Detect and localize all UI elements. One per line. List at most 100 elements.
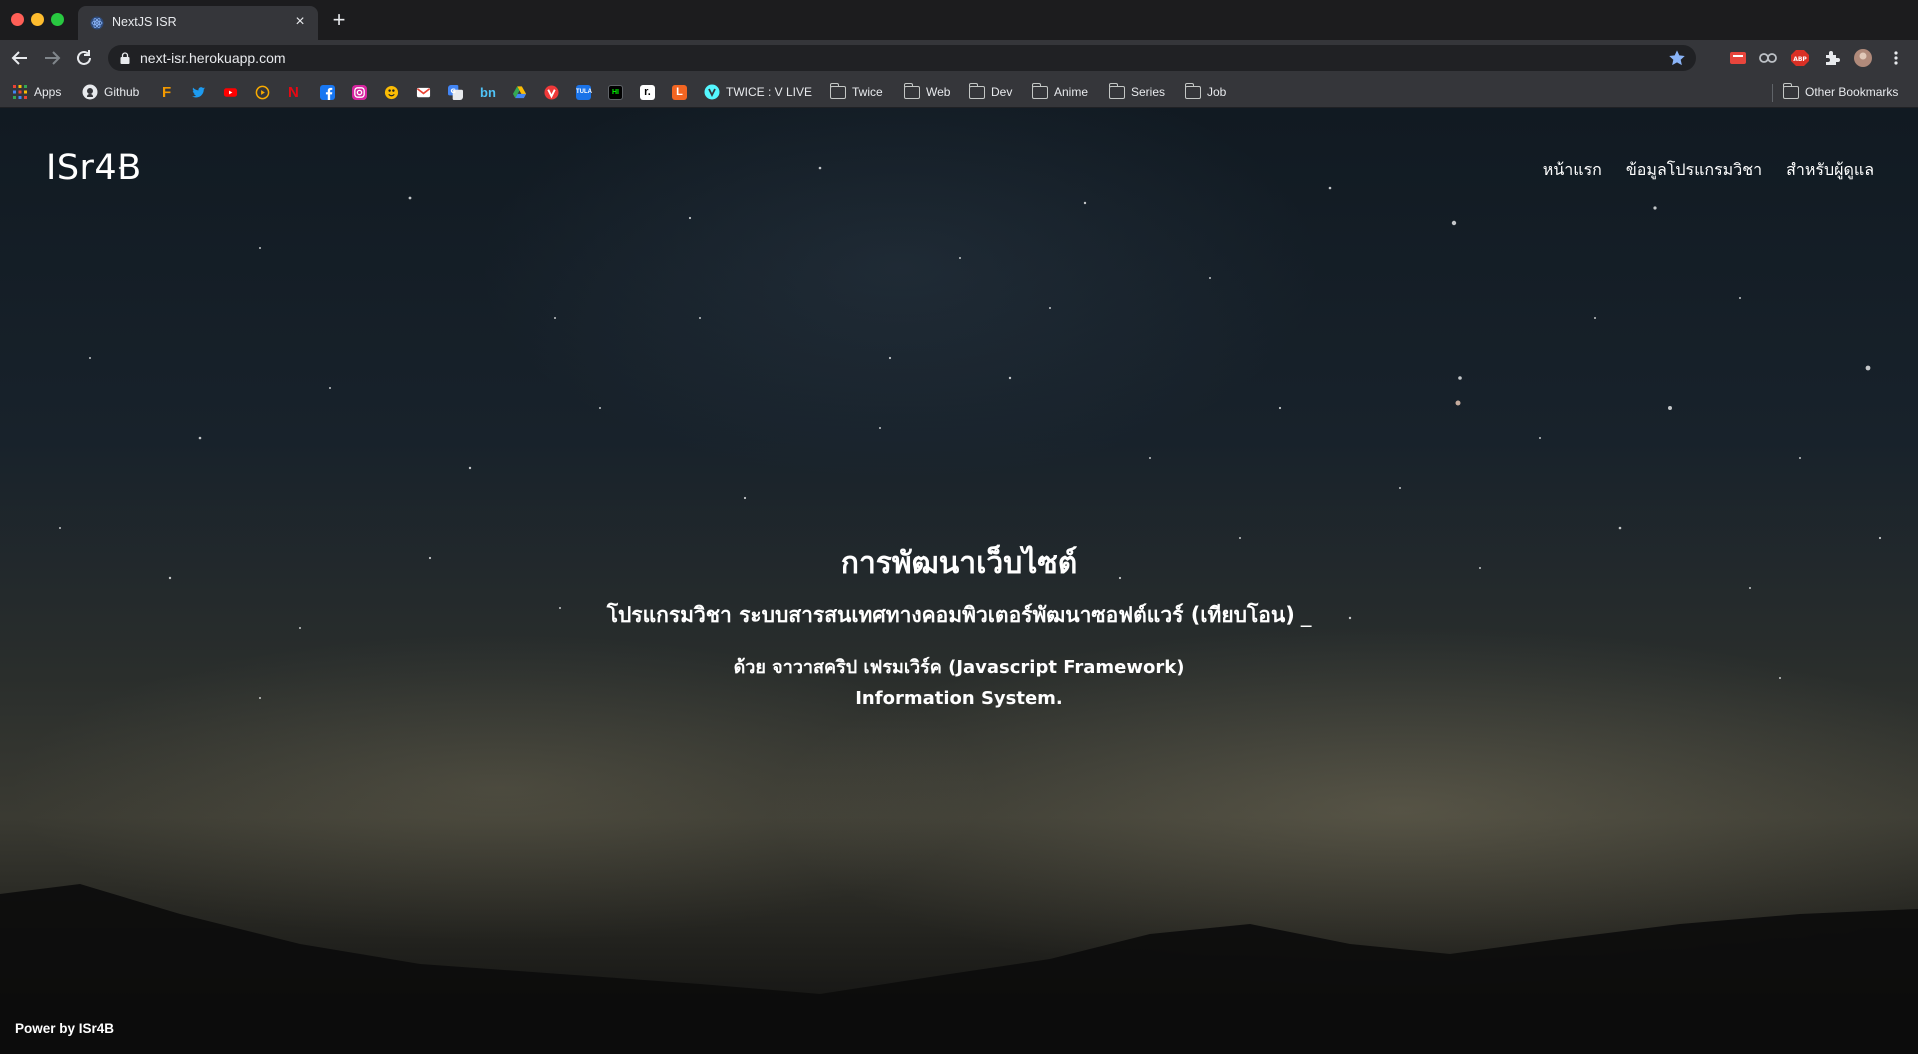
folder-icon xyxy=(968,82,985,99)
folder-icon xyxy=(1031,82,1048,99)
bookmark-github[interactable]: Github xyxy=(82,83,139,101)
folder-icon xyxy=(903,82,920,99)
bookmark-label: Job xyxy=(1207,85,1227,99)
react-icon xyxy=(90,16,104,30)
bookmark-google-drive[interactable] xyxy=(512,83,527,101)
forward-icon[interactable] xyxy=(40,46,64,70)
back-icon[interactable] xyxy=(8,46,32,70)
bookmark-label: TWICE : V LIVE xyxy=(726,85,813,99)
nav-link-admin[interactable]: สำหรับผู้ดูแล xyxy=(1786,158,1874,183)
bookmark-star-icon[interactable] xyxy=(1668,49,1686,67)
new-tab-button[interactable]: + xyxy=(328,9,350,31)
folder-icon xyxy=(829,82,846,99)
active-tab[interactable]: NextJS ISR × xyxy=(78,6,318,40)
f-logo-icon: F xyxy=(162,83,172,101)
bookmark-facebook[interactable] xyxy=(320,83,335,101)
close-tab-button[interactable]: × xyxy=(290,12,310,32)
minimize-window-button[interactable] xyxy=(31,13,44,26)
bookmark-label: Anime xyxy=(1054,85,1089,99)
address-bar[interactable]: next-isr.herokuapp.com xyxy=(108,45,1696,71)
netflix-icon: N xyxy=(288,83,299,101)
site-logo[interactable]: ISr4B xyxy=(46,148,142,188)
pacman-icon xyxy=(384,85,399,99)
vivaldi-icon xyxy=(544,84,559,100)
typing-caret: _ xyxy=(1300,603,1312,627)
bookmark-tula[interactable]: TULA xyxy=(576,83,592,101)
bookmark-instagram[interactable] xyxy=(352,83,367,101)
profile-avatar-icon[interactable] xyxy=(1853,49,1873,67)
instagram-icon xyxy=(352,84,367,100)
folder-icon xyxy=(1108,82,1125,99)
twitter-icon xyxy=(191,86,206,97)
bookmark-bn[interactable]: bn xyxy=(480,83,496,101)
bookmark-twice-vlive[interactable]: TWICE : V LIVE xyxy=(704,83,812,101)
bookmark-l[interactable]: L xyxy=(672,83,687,101)
hero-subtitle-text: โปรแกรมวิชา ระบบสารสนเทศทางคอมพิวเตอร์พั… xyxy=(606,603,1295,627)
google-translate-icon: G xyxy=(448,84,463,100)
bookmark-label: Series xyxy=(1131,85,1166,99)
bookmark-folder-twice[interactable]: Twice xyxy=(829,82,883,101)
mountain-silhouette xyxy=(0,884,1918,1054)
svg-text:ABP: ABP xyxy=(1793,56,1807,63)
gmail-icon xyxy=(416,87,431,97)
folder-icon xyxy=(1184,82,1201,99)
adblock-icon[interactable]: ABP xyxy=(1790,49,1810,67)
close-window-button[interactable] xyxy=(11,13,24,26)
bookmark-folder-anime[interactable]: Anime xyxy=(1031,82,1089,101)
nav-link-home[interactable]: หน้าแรก xyxy=(1543,158,1602,183)
reload-icon[interactable] xyxy=(72,46,96,70)
bookmark-hackernoon[interactable]: HI xyxy=(608,83,623,101)
bookmark-netflix[interactable]: N xyxy=(288,83,303,101)
bookmark-label: Twice xyxy=(852,85,883,99)
bookmark-apps[interactable]: Apps xyxy=(12,83,61,101)
bookmark-other-bookmarks[interactable]: Other Bookmarks xyxy=(1782,82,1899,101)
bookmark-twitter[interactable] xyxy=(191,83,206,101)
l-icon: L xyxy=(672,84,687,100)
browser-toolbar: next-isr.herokuapp.com ABP xyxy=(0,40,1918,76)
apps-grid-icon xyxy=(13,85,27,99)
lock-icon[interactable] xyxy=(120,52,130,64)
footer-credit: Power by ISr4B xyxy=(15,1021,115,1036)
hero-info-system-line: Information System. xyxy=(855,688,1063,709)
bookmark-label: Other Bookmarks xyxy=(1805,85,1899,99)
bookmark-gmail[interactable] xyxy=(416,83,431,101)
nav-link-program-info[interactable]: ข้อมูลโปรแกรมวิชา xyxy=(1626,158,1762,183)
tula-icon: TULA xyxy=(576,84,592,100)
bookmark-play[interactable] xyxy=(255,83,270,101)
folder-icon xyxy=(1782,82,1799,99)
bookmark-label: Github xyxy=(104,85,140,99)
bookmark-folder-job[interactable]: Job xyxy=(1184,82,1227,101)
bookmark-folder-series[interactable]: Series xyxy=(1108,82,1166,101)
page-viewport: ISr4B หน้าแรก ข้อมูลโปรแกรมวิชา สำหรับผู… xyxy=(0,108,1918,1054)
google-drive-icon xyxy=(512,85,527,98)
bookmark-google-translate[interactable]: G xyxy=(448,83,463,101)
youtube-icon xyxy=(223,87,238,97)
bookmark-folder-dev[interactable]: Dev xyxy=(968,82,1013,101)
hero-title: การพัฒนาเว็บไซต์ xyxy=(840,546,1078,581)
bookmark-r[interactable]: r. xyxy=(640,83,655,101)
r-icon: r. xyxy=(640,84,655,100)
maximize-window-button[interactable] xyxy=(51,13,64,26)
site-nav: หน้าแรก ข้อมูลโปรแกรมวิชา สำหรับผู้ดูแล xyxy=(1543,158,1874,183)
browser-menu-icon[interactable] xyxy=(1886,49,1906,67)
bookmark-vivaldi[interactable] xyxy=(544,83,559,101)
bookmark-label: Dev xyxy=(991,85,1013,99)
mail-extension-icon[interactable] xyxy=(1728,49,1748,67)
bookmarks-bar: Apps Github F N G bn TULA HI r. L TWICE … xyxy=(0,76,1918,108)
glasses-extension-icon[interactable] xyxy=(1758,49,1778,67)
url-text[interactable]: next-isr.herokuapp.com xyxy=(140,50,286,66)
svg-text:G: G xyxy=(450,86,455,94)
vlive-icon xyxy=(704,84,720,100)
tab-title: NextJS ISR xyxy=(112,15,177,29)
hackernoon-icon: HI xyxy=(608,84,623,100)
bookmark-f-logo[interactable]: F xyxy=(162,83,177,101)
bookmark-label: Web xyxy=(926,85,951,99)
bookmark-folder-web[interactable]: Web xyxy=(903,82,951,101)
hero-subtitle: โปรแกรมวิชา ระบบสารสนเทศทางคอมพิวเตอร์พั… xyxy=(0,599,1918,632)
play-circle-icon xyxy=(255,85,270,99)
bookmark-youtube[interactable] xyxy=(223,83,238,101)
extensions-puzzle-icon[interactable] xyxy=(1822,49,1842,67)
bookmark-label: Apps xyxy=(34,85,62,99)
hero-framework-line: ด้วย จาวาสคริป เฟรมเวิร์ค (Javascript Fr… xyxy=(733,657,1185,678)
bookmark-pacman[interactable] xyxy=(384,83,399,101)
